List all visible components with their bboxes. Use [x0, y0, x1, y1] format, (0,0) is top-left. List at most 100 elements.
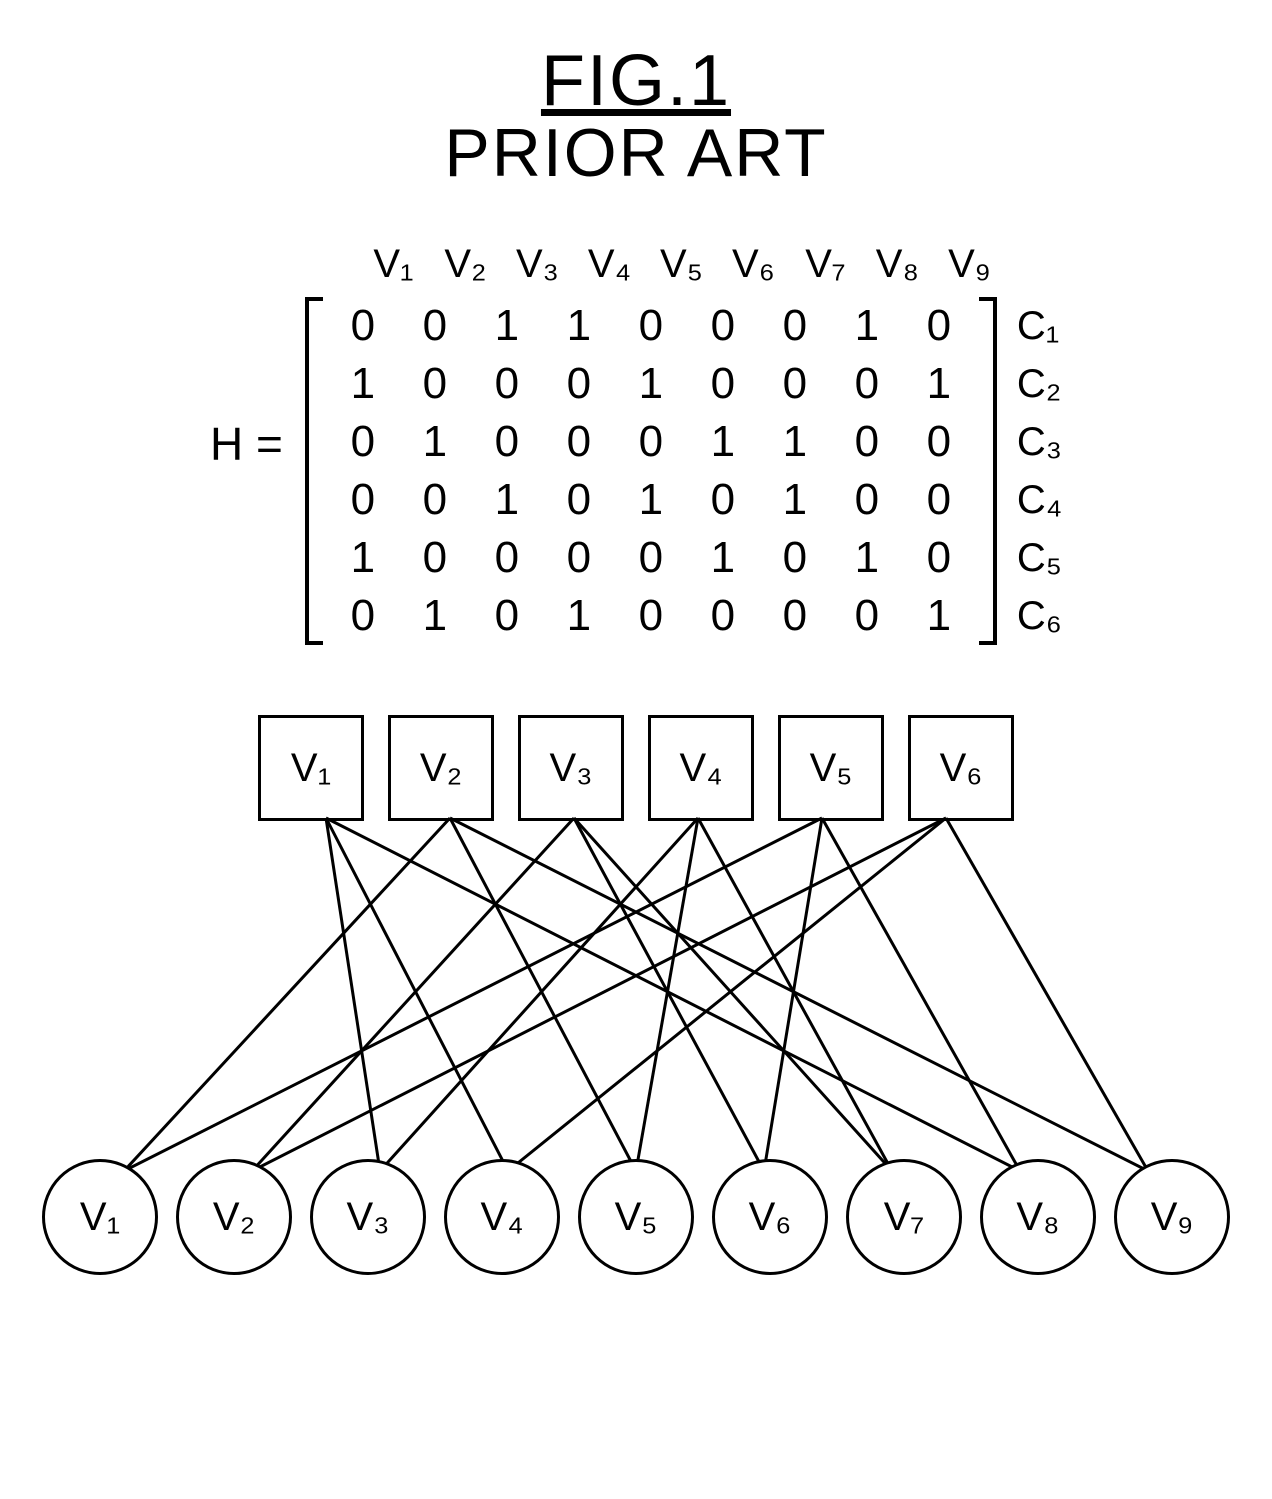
matrix-cell: 0	[327, 591, 399, 641]
row-label: C₄	[1017, 471, 1062, 529]
matrix-cell: 1	[759, 475, 831, 525]
figure-title: FIG.1	[541, 40, 731, 122]
matrix-cell: 1	[327, 533, 399, 583]
matrix-column-headers: V₁V₂V₃V₄V₅V₆V₇V₈V₉	[301, 242, 1062, 287]
variable-nodes-row: V₁V₂V₃V₄V₅V₆V₇V₈V₉	[36, 1159, 1236, 1275]
variable-node: V₄	[444, 1159, 560, 1275]
matrix-cell: 1	[903, 359, 975, 409]
variable-node: V₂	[176, 1159, 292, 1275]
col-header: V₂	[429, 242, 501, 287]
matrix-cell: 1	[831, 533, 903, 583]
check-node: V₆	[908, 715, 1014, 821]
variable-node: V₁	[42, 1159, 158, 1275]
matrix-cell: 0	[471, 533, 543, 583]
matrix-cell: 0	[687, 359, 759, 409]
matrix-cell: 0	[471, 417, 543, 467]
matrix-cell: 1	[687, 533, 759, 583]
matrix-cell: 0	[759, 591, 831, 641]
matrix-equation: H = V₁V₂V₃V₄V₅V₆V₇V₈V₉ 00110001010001000…	[210, 242, 1062, 645]
matrix-row: 100010001	[327, 355, 975, 413]
check-node: V₄	[648, 715, 754, 821]
row-label: C₆	[1017, 587, 1062, 645]
matrix-cell: 0	[687, 301, 759, 351]
matrix-cell: 0	[615, 591, 687, 641]
variable-node: V₈	[980, 1159, 1096, 1275]
matrix-cell: 0	[903, 301, 975, 351]
matrix-cell: 0	[831, 359, 903, 409]
matrix-cell: 0	[327, 301, 399, 351]
check-node: V₂	[388, 715, 494, 821]
matrix-cell: 0	[759, 533, 831, 583]
matrix-cell: 1	[903, 591, 975, 641]
matrix-cell: 1	[543, 591, 615, 641]
matrix-cell: 0	[615, 301, 687, 351]
check-nodes-row: V₁V₂V₃V₄V₅V₆	[36, 715, 1236, 821]
matrix-cell: 0	[831, 475, 903, 525]
matrix-cell: 0	[615, 533, 687, 583]
matrix-row: 010001100	[327, 413, 975, 471]
matrix-cell: 0	[615, 417, 687, 467]
matrix-cell: 1	[759, 417, 831, 467]
matrix-cell: 1	[615, 475, 687, 525]
matrix-cell: 0	[471, 359, 543, 409]
tanner-graph: V₁V₂V₃V₄V₅V₆ V₁V₂V₃V₄V₅V₆V₇V₈V₉	[36, 715, 1236, 1275]
matrix-cell: 0	[687, 591, 759, 641]
col-header: V₄	[573, 242, 645, 287]
right-bracket	[975, 297, 1001, 645]
matrix-cell: 0	[399, 533, 471, 583]
matrix-cell: 0	[831, 591, 903, 641]
col-header: V₉	[933, 242, 1005, 287]
matrix-cell: 0	[327, 475, 399, 525]
matrix-cell: 0	[759, 301, 831, 351]
matrix-cell: 0	[327, 417, 399, 467]
matrix-cell: 1	[399, 591, 471, 641]
matrix-cell: 0	[903, 417, 975, 467]
matrix-cell: 0	[903, 533, 975, 583]
matrix-cell: 0	[687, 475, 759, 525]
matrix-cell: 1	[615, 359, 687, 409]
figure-subtitle: PRIOR ART	[444, 114, 827, 192]
matrix-row: 010100001	[327, 587, 975, 645]
left-bracket	[301, 297, 327, 645]
check-node: V₃	[518, 715, 624, 821]
variable-node: V₆	[712, 1159, 828, 1275]
row-label: C₃	[1017, 413, 1062, 471]
col-header: V₆	[717, 242, 789, 287]
row-label: C₁	[1017, 297, 1062, 355]
matrix-cell: 0	[399, 359, 471, 409]
matrix-cell: 0	[543, 417, 615, 467]
matrix-lhs: H =	[210, 417, 283, 471]
matrix-cell: 1	[687, 417, 759, 467]
matrix-row: 001010100	[327, 471, 975, 529]
matrix-cell: 1	[399, 417, 471, 467]
matrix-cell: 0	[543, 533, 615, 583]
row-label: C₂	[1017, 355, 1062, 413]
matrix-body: 0011000101000100010100011000010101001000…	[327, 297, 975, 645]
col-header: V₇	[789, 242, 861, 287]
check-node: V₁	[258, 715, 364, 821]
matrix-cell: 1	[471, 301, 543, 351]
matrix-cell: 0	[399, 475, 471, 525]
matrix-cell: 0	[471, 591, 543, 641]
variable-node: V₇	[846, 1159, 962, 1275]
matrix-cell: 1	[543, 301, 615, 351]
matrix-cell: 0	[831, 417, 903, 467]
col-header: V₈	[861, 242, 933, 287]
matrix-cell: 1	[471, 475, 543, 525]
check-node: V₅	[778, 715, 884, 821]
matrix-row-labels: C₁C₂C₃C₄C₅C₆	[1017, 297, 1062, 645]
col-header: V₅	[645, 242, 717, 287]
variable-node: V₉	[1114, 1159, 1230, 1275]
col-header: V₃	[501, 242, 573, 287]
variable-node: V₅	[578, 1159, 694, 1275]
matrix-cell: 0	[759, 359, 831, 409]
matrix-cell: 1	[831, 301, 903, 351]
matrix-row: 100001010	[327, 529, 975, 587]
matrix-cell: 0	[543, 359, 615, 409]
matrix-cell: 0	[543, 475, 615, 525]
variable-node: V₃	[310, 1159, 426, 1275]
col-header: V₁	[357, 242, 429, 287]
matrix-row: 001100010	[327, 297, 975, 355]
matrix-cell: 0	[399, 301, 471, 351]
row-label: C₅	[1017, 529, 1062, 587]
